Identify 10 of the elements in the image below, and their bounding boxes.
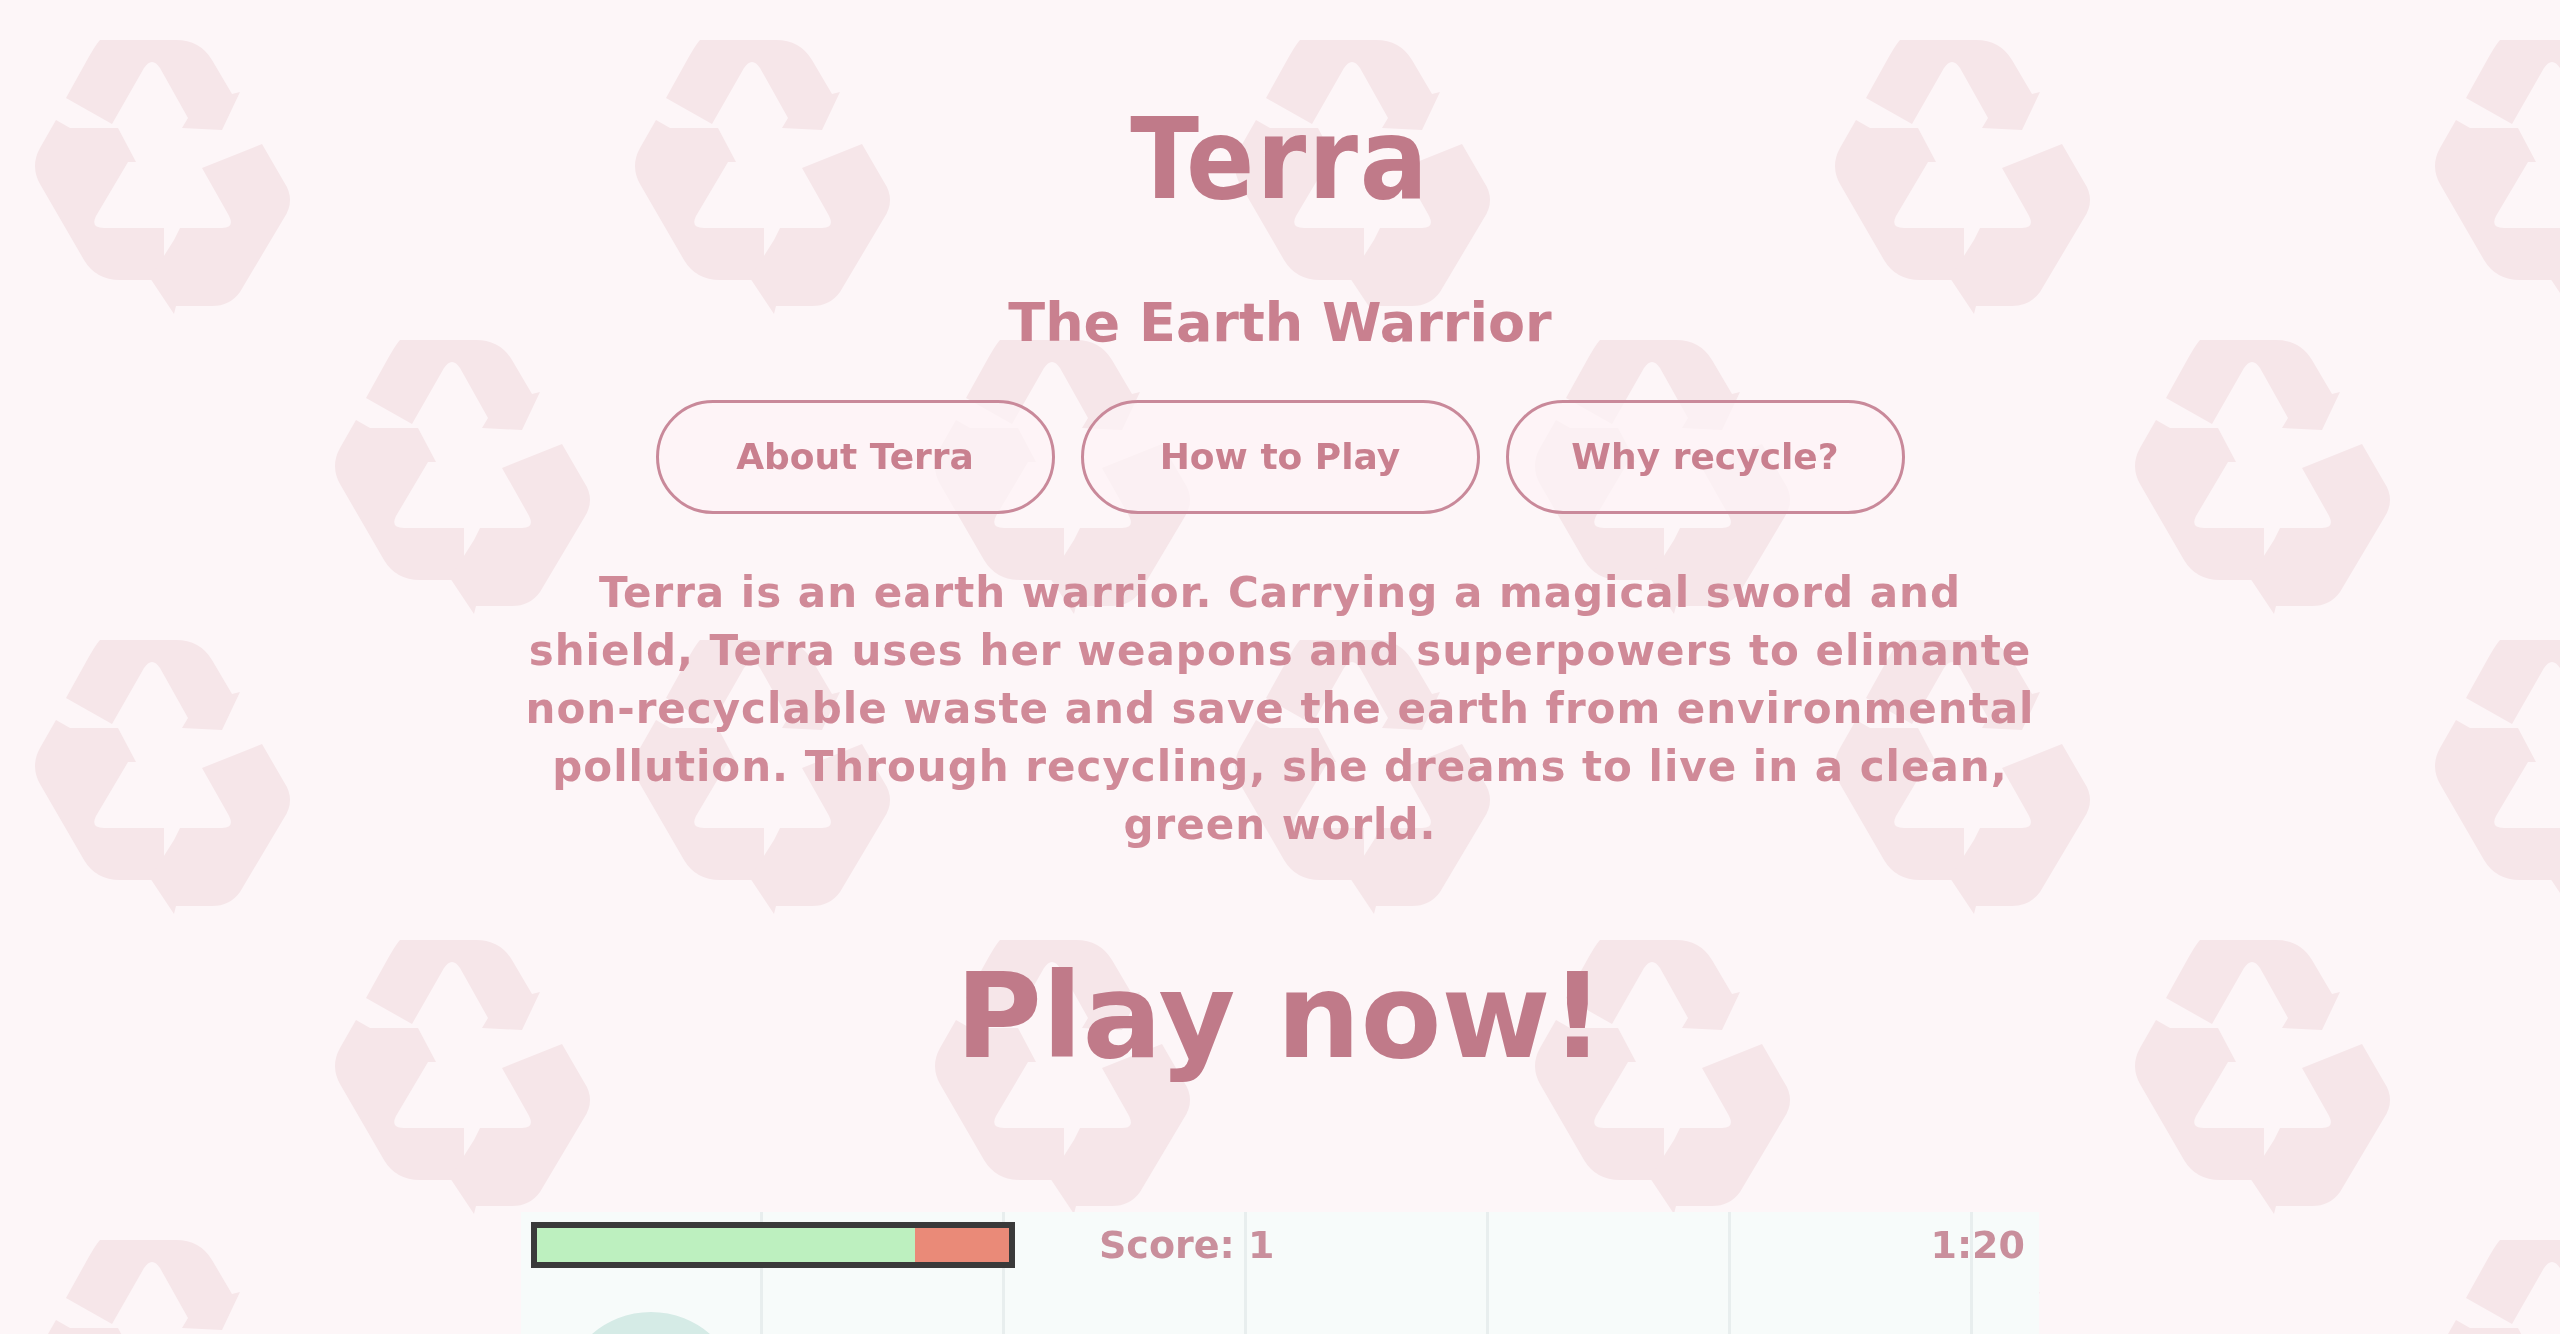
- nav-button[interactable]: About Terra: [655, 400, 1055, 514]
- nav-button[interactable]: How to Play: [1080, 400, 1480, 514]
- nav-button[interactable]: Why recycle?: [1505, 400, 1905, 514]
- description-text: Terra is an earth warrior. Carrying a magical sword and shield, Terra uses her weapons and superpowers to elimante non-recyclable waste and save the earth from environmental pollution. Through recycling, she dreams to live in a clean, green world.: [524, 567, 2036, 851]
- score-text: Score: 1: [1099, 1222, 1275, 1267]
- page-subtitle: The Earth Warrior: [1008, 291, 1552, 356]
- play-heading: Play now!: [955, 952, 1605, 1082]
- game-area[interactable]: Score: 1 1:20: [521, 1211, 2039, 1334]
- page-title: Terra: [1130, 98, 1430, 222]
- timer-text: 1:20: [1930, 1222, 2025, 1267]
